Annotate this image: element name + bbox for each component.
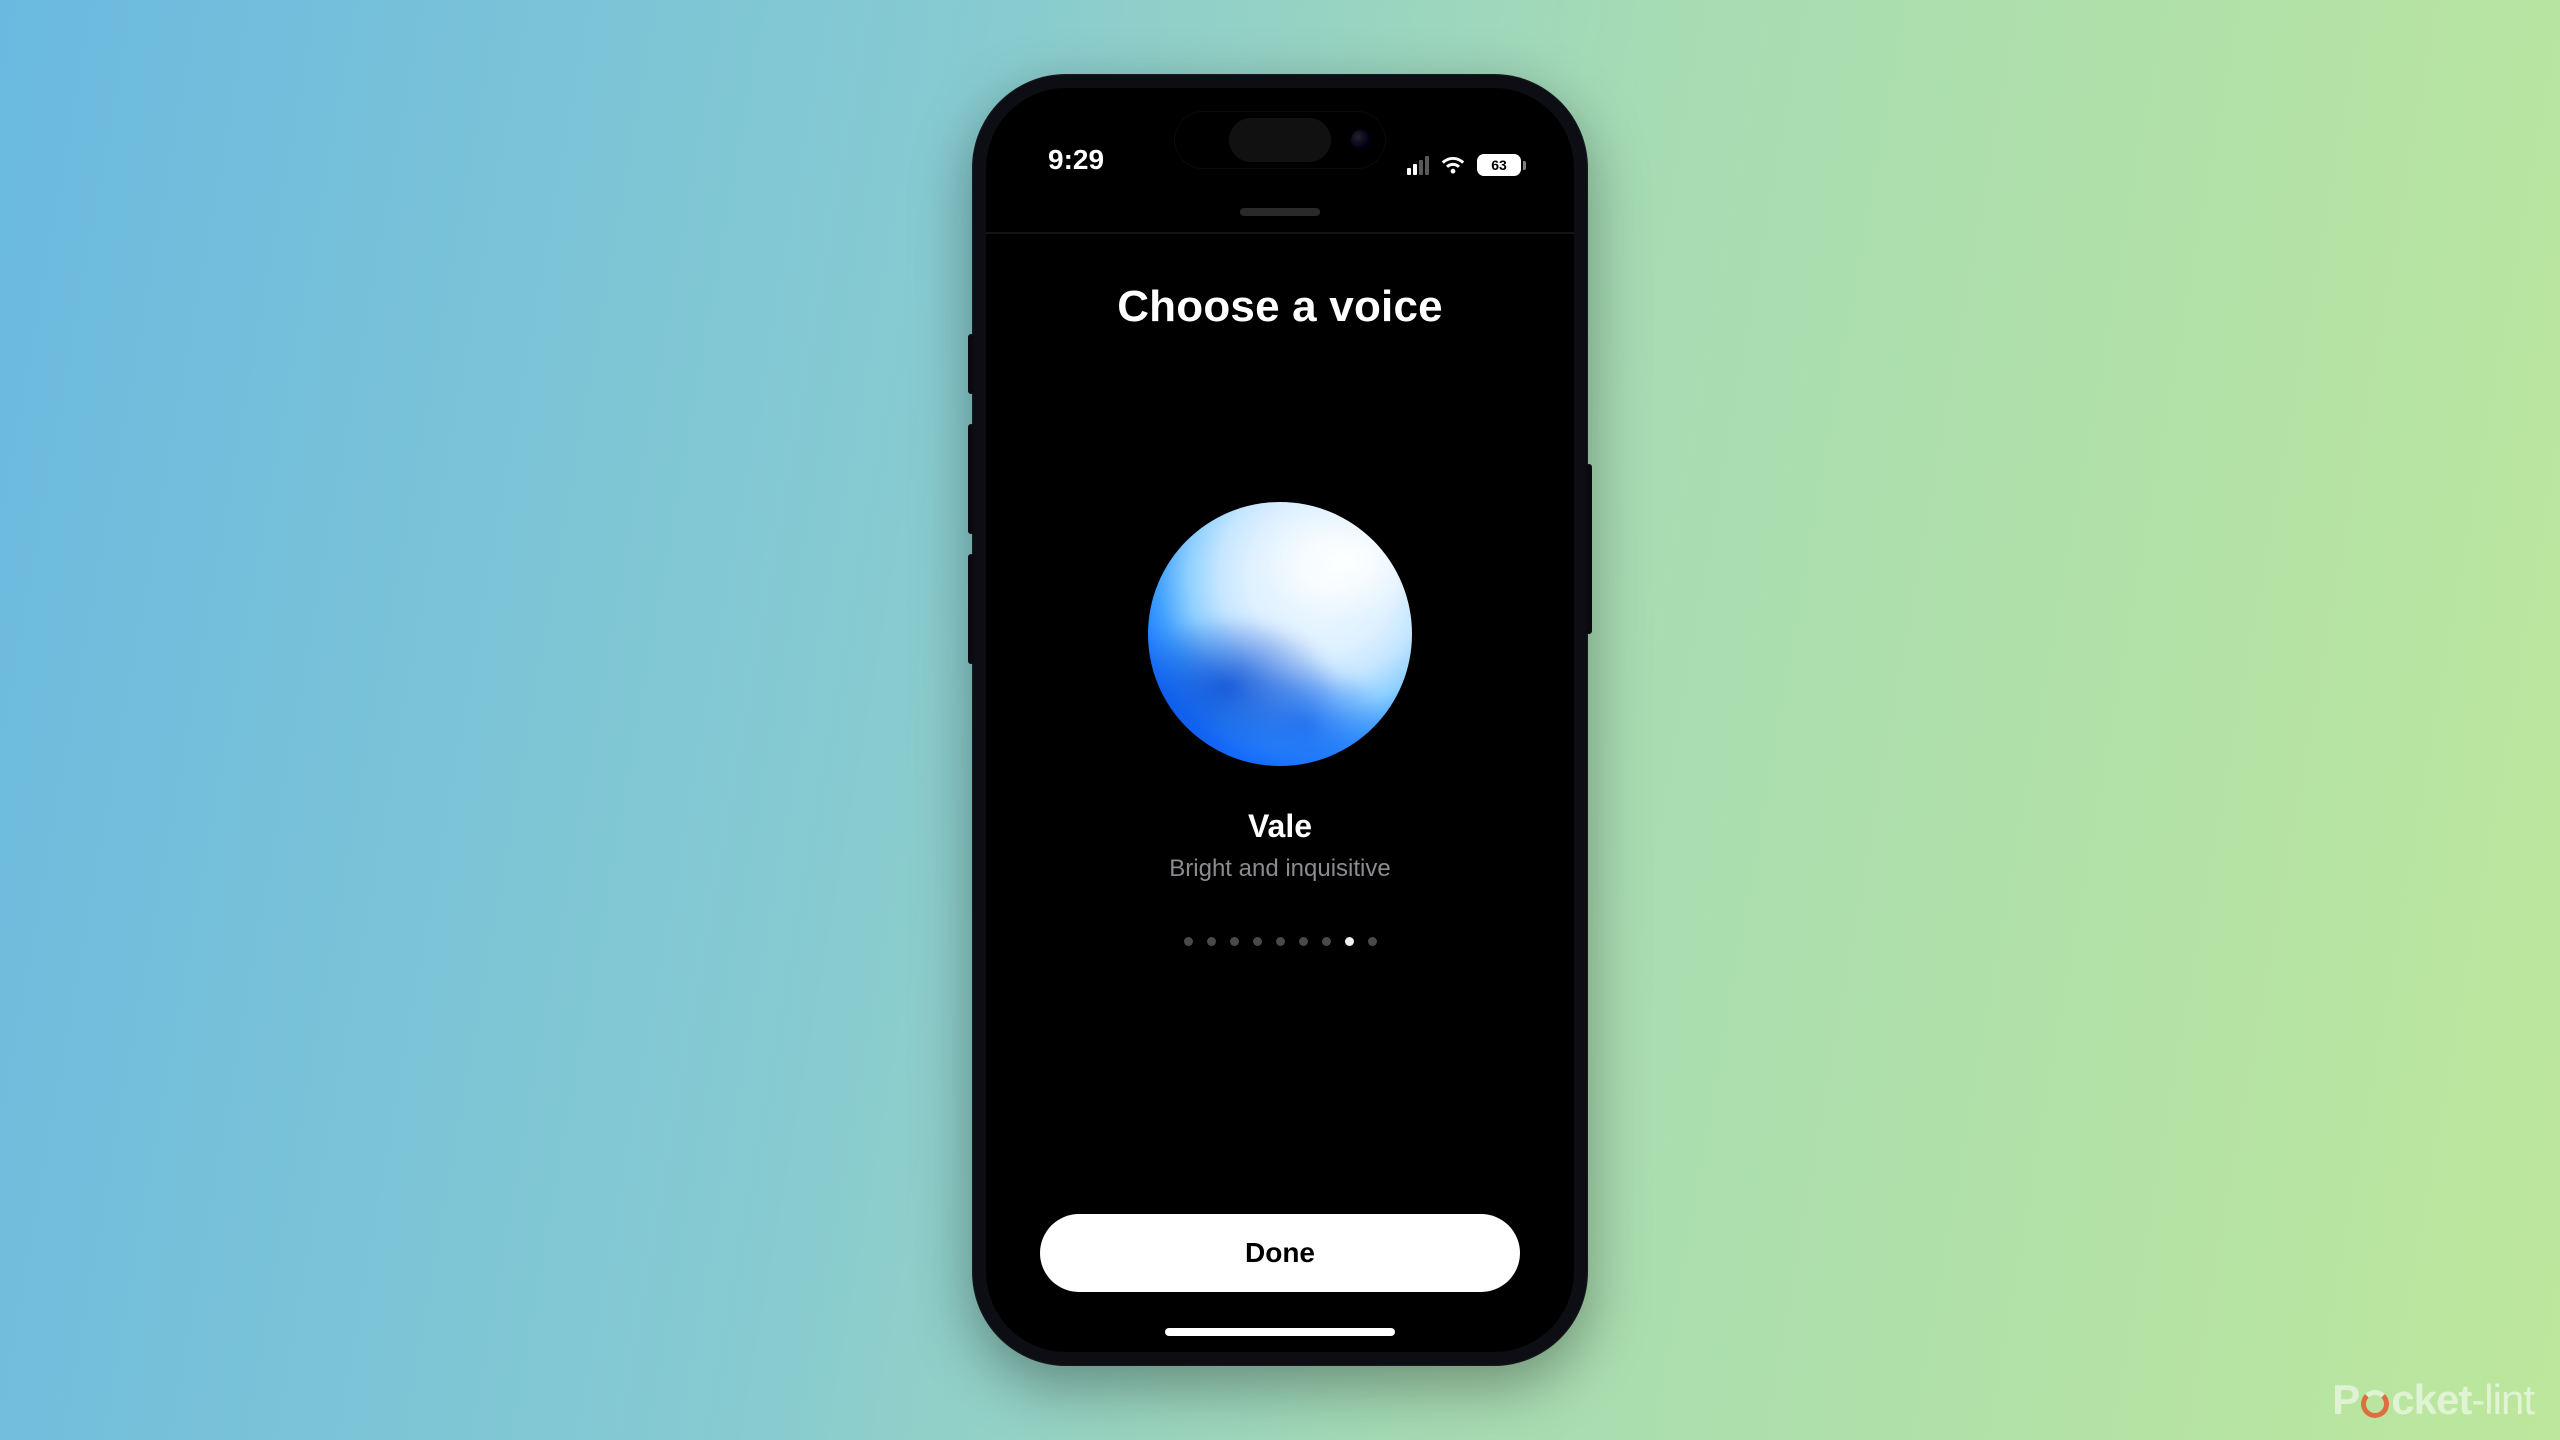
battery-icon: 63: [1477, 154, 1526, 176]
front-camera-icon: [1351, 130, 1371, 150]
watermark: P cket -lint: [2332, 1376, 2534, 1424]
pager-dot[interactable]: [1207, 937, 1216, 946]
status-time: 9:29: [1048, 144, 1104, 176]
pager-dot[interactable]: [1184, 937, 1193, 946]
phone-screen: 9:29 63 Choose a voice: [986, 88, 1574, 1352]
watermark-rest: cket: [2391, 1376, 2471, 1424]
pager-dot[interactable]: [1230, 937, 1239, 946]
power-icon: [2361, 1390, 2389, 1418]
main-content: Choose a voice Vale Bright and inquisiti…: [986, 234, 1574, 1352]
pager-dot[interactable]: [1253, 937, 1262, 946]
page-title: Choose a voice: [1117, 282, 1443, 332]
battery-level: 63: [1491, 157, 1507, 173]
pager-dot[interactable]: [1299, 937, 1308, 946]
page-indicator[interactable]: [1184, 937, 1377, 946]
phone-side-button: [968, 334, 974, 394]
voice-description: Bright and inquisitive: [1169, 855, 1390, 883]
sheet-grabber[interactable]: [1240, 208, 1320, 216]
watermark-suffix: -lint: [2471, 1376, 2534, 1424]
pager-dot[interactable]: [1276, 937, 1285, 946]
phone-volume-down-button: [968, 554, 974, 664]
home-indicator[interactable]: [1165, 1328, 1395, 1336]
phone-volume-up-button: [968, 424, 974, 534]
voice-orb[interactable]: [1148, 502, 1412, 766]
wifi-icon: [1439, 155, 1467, 175]
dynamic-island: [1175, 112, 1385, 168]
phone-power-button: [1586, 464, 1592, 634]
pager-dot[interactable]: [1368, 937, 1377, 946]
cellular-signal-icon: [1407, 155, 1429, 175]
done-button[interactable]: Done: [1040, 1214, 1520, 1292]
watermark-p: P: [2332, 1376, 2359, 1424]
voice-name: Vale: [1248, 808, 1312, 845]
phone-frame: 9:29 63 Choose a voice: [972, 74, 1588, 1366]
pager-dot[interactable]: [1322, 937, 1331, 946]
pager-dot[interactable]: [1345, 937, 1354, 946]
